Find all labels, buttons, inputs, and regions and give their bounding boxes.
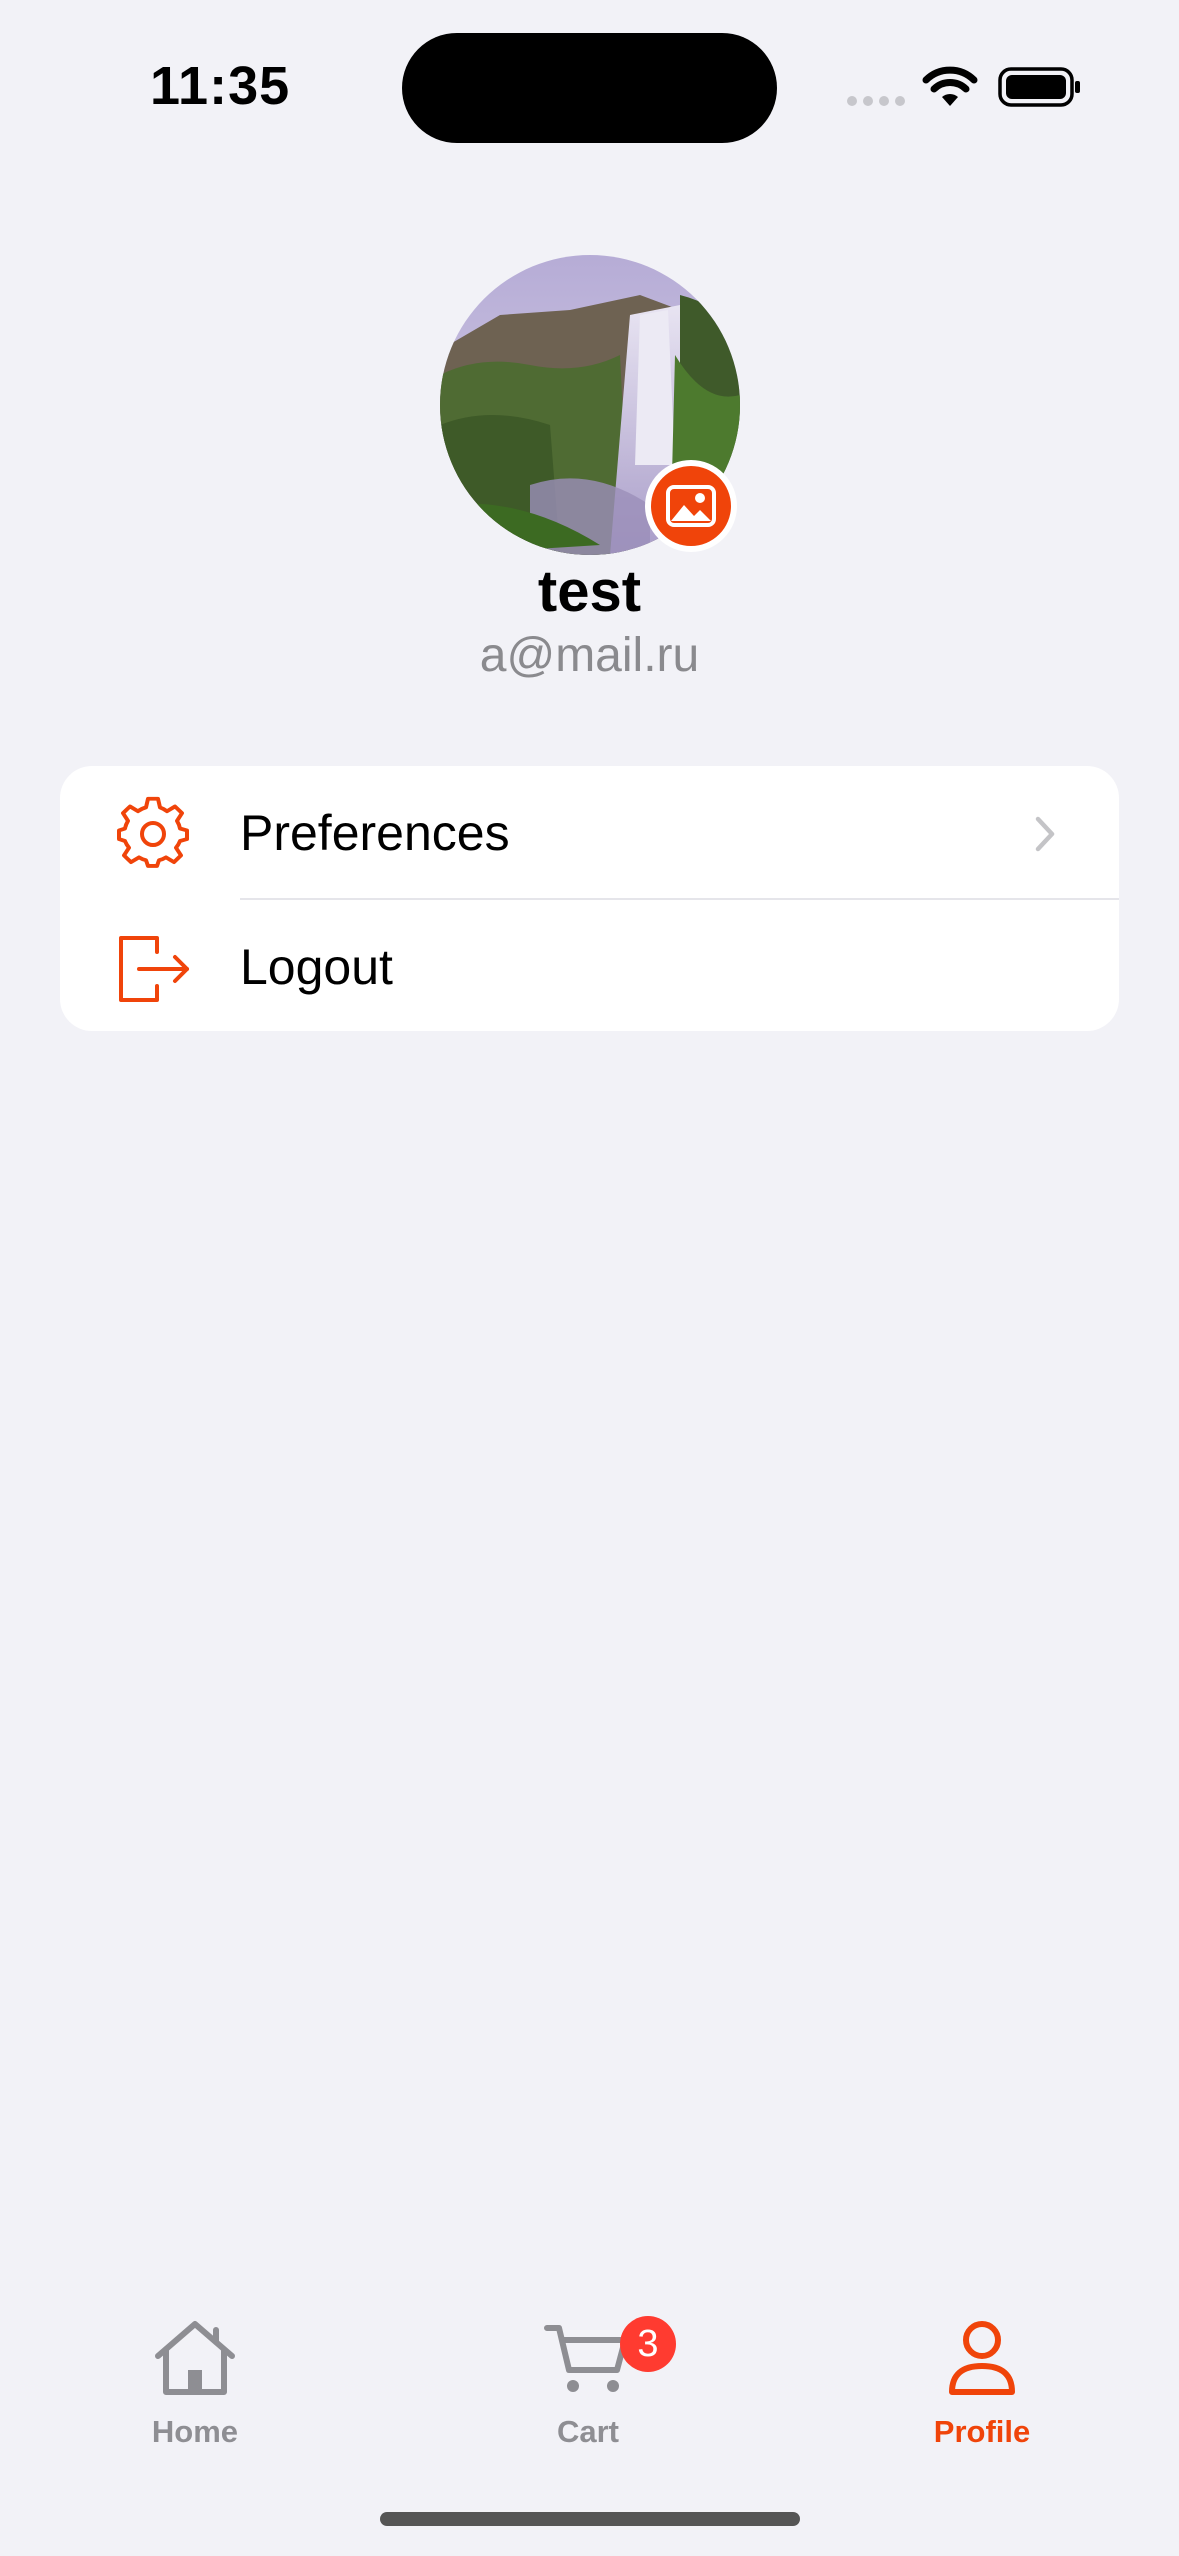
user-email: a@mail.ru (479, 629, 700, 682)
house-icon (155, 2321, 235, 2395)
dynamic-island (402, 33, 777, 143)
tab-label: Home (151, 2414, 239, 2449)
menu-item-label: Preferences (240, 805, 510, 861)
user-name: test (537, 559, 642, 624)
cart-icon (544, 2325, 628, 2392)
change-photo-button[interactable] (645, 460, 737, 552)
wifi-icon (922, 66, 978, 106)
battery-icon (998, 67, 1080, 107)
menu-item-label: Logout (240, 939, 393, 995)
cart-count-badge: 3 (620, 2316, 676, 2372)
image-icon (666, 485, 716, 527)
chevron-right-icon (1035, 816, 1055, 852)
cellular-signal-icon (847, 96, 905, 106)
logout-icon (119, 936, 189, 1002)
tab-profile[interactable]: Profile (882, 2318, 1082, 2458)
gear-icon (117, 796, 189, 868)
status-bar-time: 11:35 (150, 56, 291, 116)
tab-home[interactable]: Home (95, 2318, 295, 2458)
home-indicator[interactable] (380, 2512, 800, 2526)
menu-item-preferences[interactable]: Preferences (60, 766, 1119, 900)
tab-label: Profile (933, 2414, 1031, 2449)
menu-item-logout[interactable]: Logout (60, 900, 1119, 1031)
tab-label: Cart (556, 2414, 619, 2449)
settings-menu: Preferences Logout (60, 766, 1119, 1031)
person-icon (949, 2321, 1015, 2395)
